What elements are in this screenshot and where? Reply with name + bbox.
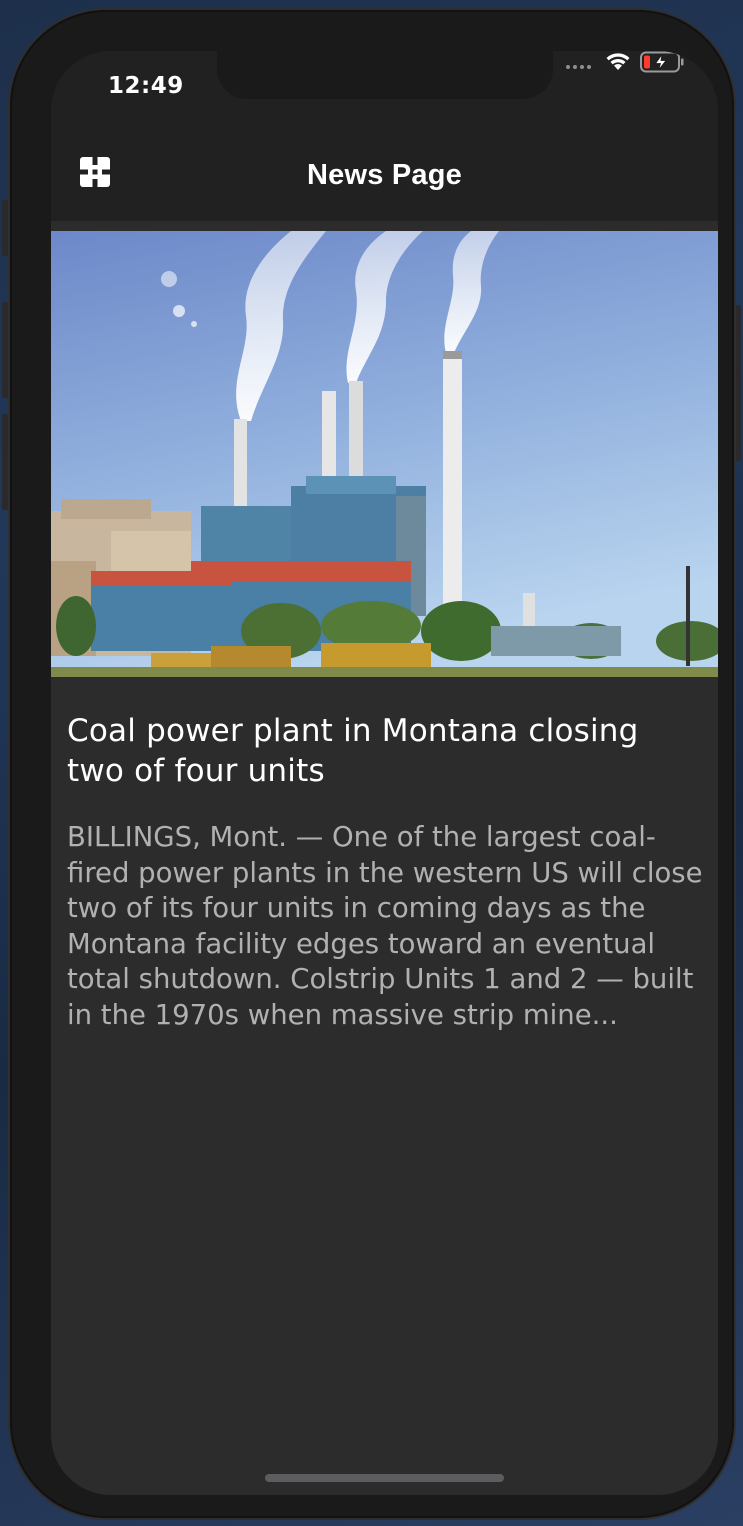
phone-frame: 12:49 News Page Coal power plant in Mont… (10, 10, 734, 1518)
article-summary: BILLINGS, Mont. — One of the largest coa… (67, 821, 703, 1031)
status-bar: 12:49 (51, 51, 718, 141)
volume-down-button (2, 414, 10, 510)
volume-up-button (2, 302, 10, 398)
article-image[interactable] (51, 231, 718, 677)
notch (217, 51, 553, 99)
home-indicator[interactable] (265, 1474, 504, 1482)
app-bar: News Page (51, 141, 718, 221)
wifi-icon (606, 53, 630, 70)
battery-low-charging-icon (640, 51, 684, 73)
article-headline[interactable]: Coal power plant in Montana closing two … (67, 711, 697, 791)
mute-switch (2, 200, 10, 256)
cellular-dots-icon (566, 65, 596, 69)
screen: 12:49 News Page Coal power plant in Mont… (51, 51, 718, 1495)
power-button (733, 305, 741, 461)
status-time: 12:49 (108, 73, 184, 99)
page-title: News Page (307, 159, 462, 191)
